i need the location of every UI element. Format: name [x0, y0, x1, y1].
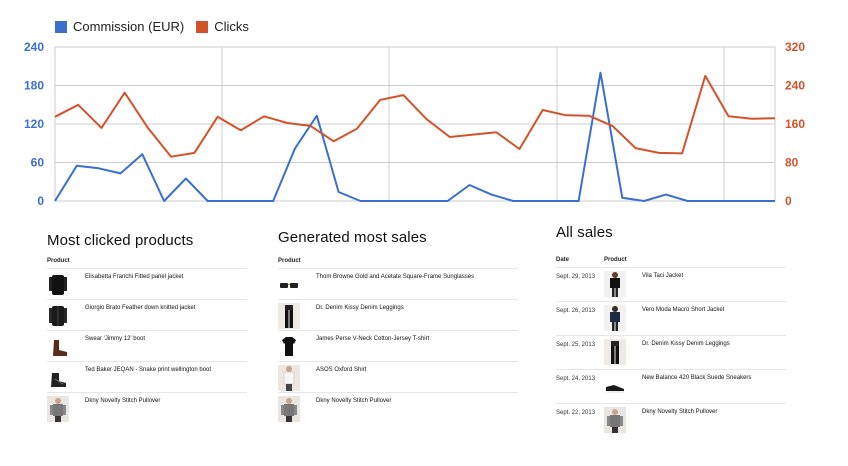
all-sales-panel: All sales Date Product Sept. 29, 2013 Vil…	[556, 224, 786, 437]
left-axis-tick: 240	[24, 40, 44, 54]
most-clicked-row[interactable]: Ted Baker JEQAN - Snake print wellington…	[47, 361, 247, 392]
right-axis-tick: 240	[785, 79, 805, 93]
grey-pullover-icon[interactable]	[278, 396, 300, 422]
most-clicked-title: Most clicked products	[47, 232, 194, 249]
woman-jacket-icon[interactable]	[604, 271, 626, 297]
product-name[interactable]: Dr. Denim Kissy Denim Leggings	[642, 339, 730, 347]
all-sales-row[interactable]: Sept. 22, 2013 Dkny Novelty Stitch Pullov…	[556, 403, 786, 437]
most-sales-col-product: Product	[278, 258, 301, 264]
right-axis-tick: 0	[785, 194, 792, 208]
most-sales-title: Generated most sales	[278, 229, 427, 246]
product-name[interactable]: Elisabetta Franchi Fitted panel jacket	[85, 272, 183, 280]
right-axis-tick: 320	[785, 40, 805, 54]
most-sales-row[interactable]: Thom Browne Gold and Acetate Square-Fram…	[278, 268, 518, 299]
product-name[interactable]: Dkny Novelty Stitch Pullover	[642, 407, 717, 415]
clicks-series-line	[54, 74, 776, 158]
shirt-icon[interactable]	[278, 365, 300, 391]
product-name[interactable]: Vero Moda Macro Short Jacket	[642, 305, 724, 313]
most-sales-row[interactable]: James Perse V-Neck Cotton-Jersey T-shirt	[278, 330, 518, 361]
product-name[interactable]: New Balance 420 Black Suede Sneakers	[642, 373, 751, 381]
all-sales-row[interactable]: Sept. 26, 2013 Vero Moda Macro Short Jack…	[556, 301, 786, 335]
product-name[interactable]: James Perse V-Neck Cotton-Jersey T-shirt	[316, 334, 429, 342]
most-clicked-row[interactable]: Dkny Novelty Stitch Pullover	[47, 392, 247, 423]
sneaker-icon[interactable]	[604, 373, 626, 399]
product-name[interactable]: Dkny Novelty Stitch Pullover	[85, 396, 160, 404]
sale-date: Sept. 24, 2013	[556, 376, 596, 382]
right-axis-tick: 80	[785, 156, 799, 170]
most-sales-panel: Generated most sales Product Thom Browne…	[278, 229, 518, 423]
grey-pullover-icon[interactable]	[604, 407, 626, 433]
sale-date: Sept. 25, 2013	[556, 342, 596, 348]
sunglasses-icon[interactable]	[278, 272, 300, 298]
all-sales-row[interactable]: Sept. 29, 2013 Vila Taci Jacket	[556, 267, 786, 301]
most-clicked-row[interactable]: Elisabetta Franchi Fitted panel jacket	[47, 268, 247, 299]
sale-date: Sept. 26, 2013	[556, 308, 596, 314]
most-clicked-col-product: Product	[47, 258, 70, 264]
most-sales-row[interactable]: Dkny Novelty Stitch Pullover	[278, 392, 518, 423]
brown-boot-icon[interactable]	[47, 334, 69, 360]
all-sales-col-date: Date	[556, 257, 570, 263]
product-name[interactable]: Dkny Novelty Stitch Pullover	[316, 396, 391, 404]
product-name[interactable]: ASOS Oxford Shirt	[316, 365, 366, 373]
leggings-icon[interactable]	[278, 303, 300, 329]
most-sales-row[interactable]: Dr. Denim Kissy Denim Leggings	[278, 299, 518, 330]
product-name[interactable]: Dr. Denim Kissy Denim Leggings	[316, 303, 404, 311]
sale-date: Sept. 22, 2013	[556, 410, 596, 416]
line-chart-svg: 0 60 120 180 240 0 80 160 240 320	[24, 40, 805, 208]
woman-blue-jacket-icon[interactable]	[604, 305, 626, 331]
left-axis-tick: 120	[24, 117, 44, 131]
tshirt-icon[interactable]	[278, 334, 300, 360]
product-name[interactable]: Swear 'Jimmy 12' boot	[85, 334, 145, 342]
all-sales-row[interactable]: Sept. 24, 2013 New Balance 420 Black Sued…	[556, 369, 786, 403]
product-name[interactable]: Vila Taci Jacket	[642, 271, 683, 279]
most-clicked-header: Product	[47, 254, 247, 268]
black-knit-jacket-icon[interactable]	[47, 303, 69, 329]
black-jacket-icon[interactable]	[47, 272, 69, 298]
grey-pullover-icon[interactable]	[47, 396, 69, 422]
most-sales-row[interactable]: ASOS Oxford Shirt	[278, 361, 518, 392]
all-sales-col-product: Product	[604, 257, 627, 263]
all-sales-row[interactable]: Sept. 25, 2013 Dr. Denim Kissy Denim Legg…	[556, 335, 786, 369]
right-axis-tick: 160	[785, 117, 805, 131]
leggings-icon[interactable]	[604, 339, 626, 365]
sale-date: Sept. 29, 2013	[556, 274, 596, 280]
left-axis-tick: 0	[37, 194, 44, 208]
most-sales-header: Product	[278, 254, 518, 268]
product-name[interactable]: Thom Browne Gold and Acetate Square-Fram…	[316, 272, 474, 280]
left-axis-tick: 180	[24, 79, 44, 93]
most-clicked-row[interactable]: Swear 'Jimmy 12' boot	[47, 330, 247, 361]
product-name[interactable]: Giorgio Brato Feather down knitted jacke…	[85, 303, 195, 311]
product-name[interactable]: Ted Baker JEQAN - Snake print wellington…	[85, 365, 211, 373]
performance-chart: Commission (EUR) Clicks 0 60 120 180 240 0 80 1…	[0, 0, 848, 220]
most-clicked-row[interactable]: Giorgio Brato Feather down knitted jacke…	[47, 299, 247, 330]
most-clicked-panel: Most clicked products Product Elisabetta…	[47, 232, 247, 423]
black-wellington-icon[interactable]	[47, 365, 69, 391]
all-sales-header: Date Product	[556, 253, 786, 267]
left-axis-tick: 60	[31, 156, 45, 170]
all-sales-title: All sales	[556, 224, 613, 241]
commission-series-line	[54, 71, 775, 202]
